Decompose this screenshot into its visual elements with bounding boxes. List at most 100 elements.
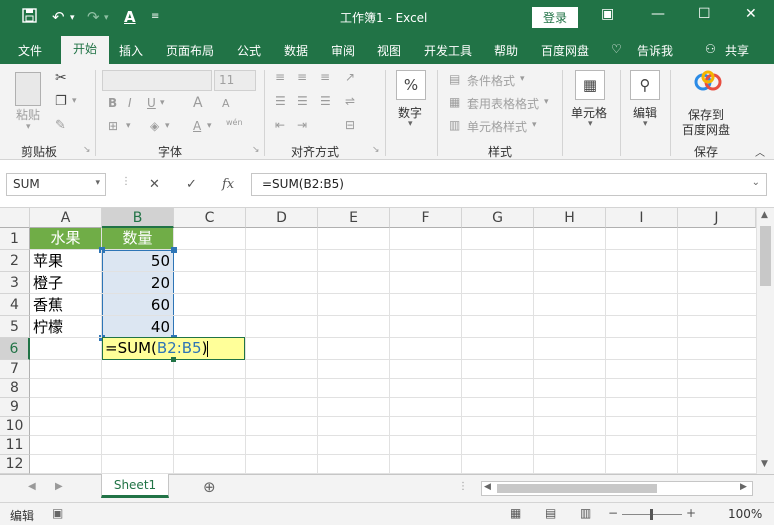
cell-b4[interactable]: 60 xyxy=(102,294,174,316)
scroll-right-icon[interactable]: ▶ xyxy=(740,482,747,492)
share-button[interactable]: 共享 xyxy=(725,42,749,59)
paste-icon[interactable] xyxy=(15,72,41,106)
align-right-icon[interactable]: ☰ xyxy=(320,94,331,108)
cell-a1[interactable]: 水果 xyxy=(30,228,102,250)
row-header-4[interactable]: 4 xyxy=(0,294,30,316)
customize-icon[interactable]: ≡ xyxy=(151,11,159,22)
font-name-combo[interactable] xyxy=(102,70,212,91)
column-header-h[interactable]: H xyxy=(534,208,606,228)
row-header-7[interactable]: 7 xyxy=(0,360,30,379)
increase-font-button[interactable]: A xyxy=(193,95,203,111)
align-left-icon[interactable]: ☰ xyxy=(275,94,286,108)
increase-indent-icon[interactable]: ⇥ xyxy=(297,118,307,132)
underline-dropdown-icon[interactable]: ▾ xyxy=(160,98,165,108)
column-header-g[interactable]: G xyxy=(462,208,534,228)
borders-dropdown-icon[interactable]: ▾ xyxy=(126,121,131,131)
fill-handle[interactable] xyxy=(171,357,176,362)
tab-insert[interactable]: 插入 xyxy=(119,42,143,59)
align-center-icon[interactable]: ☰ xyxy=(297,94,308,108)
column-header-f[interactable]: F xyxy=(390,208,462,228)
insert-function-icon[interactable]: fx xyxy=(222,177,234,192)
italic-button[interactable]: I xyxy=(128,96,132,110)
worksheet-grid[interactable]: A B C D E F G H I J 1 2 3 4 5 6 7 8 9 10… xyxy=(0,208,774,474)
align-bottom-icon[interactable]: ≡ xyxy=(320,70,330,84)
fill-dropdown-icon[interactable]: ▾ xyxy=(165,121,170,131)
cell-styles-button[interactable]: 单元格样式 xyxy=(467,118,527,135)
enter-icon[interactable]: ✓ xyxy=(186,177,197,192)
vertical-scroll-thumb[interactable] xyxy=(760,226,771,286)
borders-icon[interactable]: ⊞ xyxy=(108,119,118,133)
align-top-icon[interactable]: ≡ xyxy=(275,70,285,84)
column-header-j[interactable]: J xyxy=(678,208,756,228)
undo-dropdown-icon[interactable]: ▾ xyxy=(70,13,75,23)
cell-a4[interactable]: 香蕉 xyxy=(30,294,102,316)
cell-a5[interactable]: 柠檬 xyxy=(30,316,102,338)
column-header-i[interactable]: I xyxy=(606,208,678,228)
cell-b3[interactable]: 20 xyxy=(102,272,174,294)
maximize-icon[interactable]: ☐ xyxy=(698,6,711,22)
minimize-icon[interactable]: — xyxy=(651,6,665,22)
scroll-up-icon[interactable]: ▲ xyxy=(761,210,768,220)
cut-icon[interactable]: ✂ xyxy=(55,70,67,86)
table-format-dropdown-icon[interactable]: ▾ xyxy=(544,97,549,107)
tab-developer[interactable]: 开发工具 xyxy=(424,42,472,59)
row-header-9[interactable]: 9 xyxy=(0,398,30,417)
conditional-format-button[interactable]: 条件格式 xyxy=(467,72,515,89)
row-header-1[interactable]: 1 xyxy=(0,228,30,250)
tell-me-search[interactable]: 告诉我 xyxy=(637,42,673,59)
decrease-font-button[interactable]: A xyxy=(222,97,230,110)
column-header-a[interactable]: A xyxy=(30,208,102,228)
save-icon[interactable] xyxy=(22,8,37,27)
wrap-text-icon[interactable]: ⇌ xyxy=(345,94,355,108)
tab-view[interactable]: 视图 xyxy=(377,42,401,59)
row-header-11[interactable]: 11 xyxy=(0,436,30,455)
phonetic-button[interactable]: wén xyxy=(226,118,243,127)
tab-page-layout[interactable]: 页面布局 xyxy=(166,42,214,59)
share-icon[interactable]: ⚇ xyxy=(705,42,716,56)
paste-button[interactable]: 粘贴 xyxy=(16,106,40,123)
row-header-12[interactable]: 12 xyxy=(0,455,30,474)
next-sheet-icon[interactable]: ▶ xyxy=(55,481,63,492)
column-header-c[interactable]: C xyxy=(174,208,246,228)
tab-help[interactable]: 帮助 xyxy=(494,42,518,59)
copy-icon[interactable]: ❐ xyxy=(55,94,67,109)
macro-record-icon[interactable]: ▣ xyxy=(52,506,63,520)
sheet-tab-splitter-icon[interactable]: ⋮ xyxy=(458,481,468,492)
collapse-ribbon-icon[interactable]: ︿ xyxy=(755,144,765,159)
cells-icon[interactable]: ▦ xyxy=(575,70,605,100)
font-color-button[interactable]: A xyxy=(193,119,201,133)
horizontal-scroll-thumb[interactable] xyxy=(497,484,657,493)
copy-dropdown-icon[interactable]: ▾ xyxy=(72,96,77,106)
paste-dropdown-icon[interactable]: ▾ xyxy=(26,122,31,132)
percent-icon[interactable]: % xyxy=(396,70,426,100)
cell-a3[interactable]: 橙子 xyxy=(30,272,102,294)
merge-center-icon[interactable]: ⊟ xyxy=(345,118,355,132)
column-header-e[interactable]: E xyxy=(318,208,390,228)
font-size-combo[interactable]: 11 xyxy=(214,70,256,91)
close-icon[interactable]: ✕ xyxy=(745,6,757,22)
underline-button[interactable]: U xyxy=(147,96,156,110)
decrease-indent-icon[interactable]: ⇤ xyxy=(275,118,285,132)
orientation-icon[interactable]: ↗ xyxy=(345,70,355,84)
normal-view-icon[interactable]: ▦ xyxy=(510,506,521,520)
cell-b1[interactable]: 数量 xyxy=(102,228,174,250)
page-layout-view-icon[interactable]: ▤ xyxy=(545,506,556,520)
sheet-tab-sheet1[interactable]: Sheet1 xyxy=(101,474,169,498)
tab-baidu-pan[interactable]: 百度网盘 xyxy=(541,42,589,59)
undo-icon[interactable]: ↶ xyxy=(52,8,65,26)
tab-formulas[interactable]: 公式 xyxy=(237,42,261,59)
zoom-slider-thumb[interactable] xyxy=(650,509,653,520)
save-baidu-line2[interactable]: 百度网盘 xyxy=(682,121,730,138)
zoom-in-icon[interactable]: + xyxy=(686,506,696,520)
redo-dropdown-icon[interactable]: ▾ xyxy=(104,13,109,23)
login-button[interactable]: 登录 xyxy=(532,7,578,28)
row-header-3[interactable]: 3 xyxy=(0,272,30,294)
zoom-level[interactable]: 100% xyxy=(728,507,762,521)
prev-sheet-icon[interactable]: ◀ xyxy=(28,481,36,492)
scroll-left-icon[interactable]: ◀ xyxy=(484,482,491,492)
page-break-view-icon[interactable]: ▥ xyxy=(580,506,591,520)
cancel-icon[interactable]: ✕ xyxy=(149,177,160,192)
row-header-6[interactable]: 6 xyxy=(0,338,30,360)
alignment-launcher-icon[interactable]: ↘ xyxy=(372,145,380,155)
number-dropdown-icon[interactable]: ▾ xyxy=(408,119,413,129)
